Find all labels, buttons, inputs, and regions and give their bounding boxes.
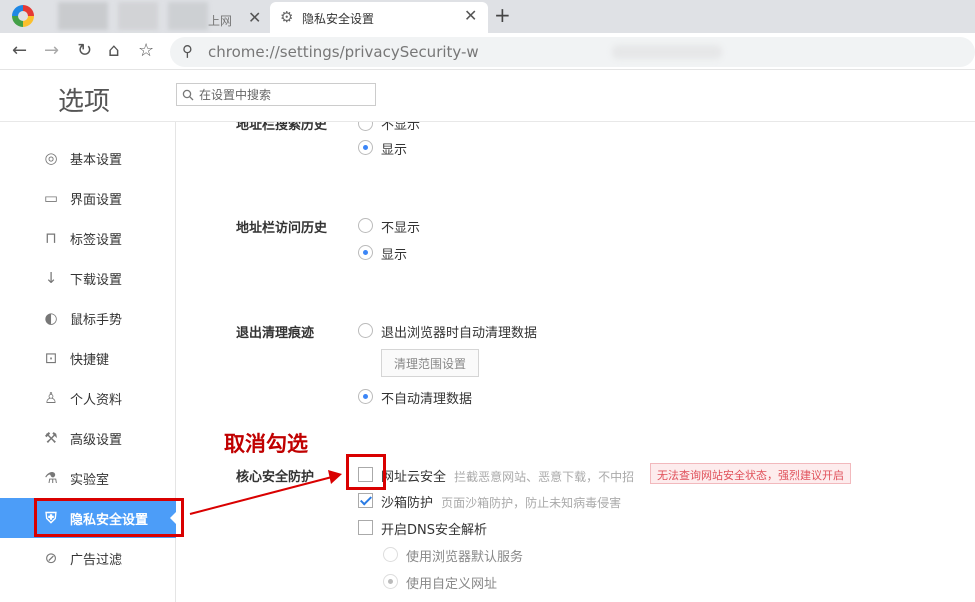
sidebar-item-label: 鼠标手势 (70, 313, 123, 328)
sidebar-item-download[interactable]: ↓ 下载设置 (0, 258, 176, 298)
annotation-text: 取消勾选 (224, 431, 308, 456)
sidebar-item-tabs[interactable]: ⊓ 标签设置 (0, 218, 176, 258)
search-icon: ⚲ (182, 42, 193, 60)
sidebar-item-advanced[interactable]: ⚒ 高级设置 (0, 418, 176, 458)
window-icon: ▭ (43, 189, 59, 207)
sidebar-item-label: 下载设置 (70, 273, 123, 288)
toolbar: ← → ↻ ⌂ ☆ ⚲ chrome://settings/privacySec… (0, 33, 975, 70)
home-icon[interactable]: ⌂ (108, 39, 119, 63)
section-label-clear: 退出清理痕迹 (236, 326, 315, 341)
settings-content: 地址栏搜索历史 不显示 显示 地址栏访问历史 不显示 显示 退出清理痕迹 退出浏… (177, 122, 975, 602)
new-tab-plus-icon[interactable]: + (494, 3, 511, 27)
section-label-core: 核心安全防护 (236, 470, 315, 485)
gear-icon: ◎ (44, 149, 58, 167)
settings-search-input[interactable] (199, 86, 369, 103)
reload-icon[interactable]: ↻ (77, 39, 92, 63)
sandbox-row: 沙箱防护 页面沙箱防护，防止未知病毒侵害 (381, 492, 621, 511)
address-bar[interactable]: ⚲ chrome://settings/privacySecurity-w (170, 37, 975, 67)
sidebar-item-lab[interactable]: ⚗ 实验室 (0, 458, 176, 498)
sidebar-item-label: 高级设置 (70, 433, 123, 448)
page-title: 选项 (58, 87, 111, 117)
highlight-box-checkbox (346, 454, 386, 490)
sidebar-item-label: 广告过滤 (70, 553, 123, 568)
sidebar-item-profile[interactable]: ♙ 个人资料 (0, 378, 176, 418)
radio-dns-default[interactable] (383, 547, 398, 562)
option-label: 不显示 (381, 122, 421, 133)
user-icon: ♙ (44, 389, 58, 407)
option-label: 不显示 (381, 221, 421, 236)
address-text: chrome://settings/privacySecurity-w (208, 43, 479, 61)
checkbox-sandbox[interactable] (358, 493, 373, 508)
tab-icon: ⊓ (45, 229, 57, 247)
clear-range-button[interactable]: 清理范围设置 (381, 349, 480, 377)
back-arrow-icon[interactable]: ← (12, 39, 27, 63)
keyboard-icon: ⊡ (44, 349, 58, 367)
tab-title: 上网 (208, 14, 233, 28)
sidebar-item-label: 实验室 (70, 473, 110, 488)
flask-icon: ⚗ (44, 469, 58, 487)
section-label-addr-search: 地址栏搜索历史 (236, 122, 328, 133)
address-blur (612, 45, 722, 59)
security-warning-badge: 无法查询网站安全状态，强烈建议开启 (650, 463, 851, 484)
settings-header: 选项 (0, 70, 975, 122)
tab-title: 隐私安全设置 (302, 12, 375, 26)
option-label: 开启DNS安全解析 (381, 523, 487, 538)
sidebar-item-label: 个人资料 (70, 393, 123, 408)
settings-gear-icon: ⚙ (280, 8, 294, 26)
checkbox-dns[interactable] (358, 520, 373, 535)
radio-addr-visit-hide[interactable] (358, 218, 373, 233)
mouse-icon: ◐ (44, 309, 58, 327)
radio-addr-visit-show[interactable] (358, 245, 373, 260)
sidebar-item-mouse[interactable]: ◐ 鼠标手势 (0, 298, 176, 338)
radio-clear-auto[interactable] (358, 323, 373, 338)
tab-close-icon[interactable]: ✕ (464, 8, 477, 24)
sidebar-item-basic[interactable]: ◎ 基本设置 (0, 138, 176, 178)
radio-addr-search-show[interactable] (358, 140, 373, 155)
bookmark-star-icon[interactable]: ☆ (138, 39, 154, 63)
block-icon: ⊘ (44, 549, 58, 567)
search-icon (182, 89, 194, 101)
option-label: 使用浏览器默认服务 (406, 550, 524, 565)
sidebar-item-label: 快捷键 (70, 353, 110, 368)
sidebar-item-shortcuts[interactable]: ⊡ 快捷键 (0, 338, 176, 378)
option-hint: 页面沙箱防护，防止未知病毒侵害 (441, 496, 622, 510)
tab-strip: 上网 ✕ ⚙ 隐私安全设置 ✕ + (0, 0, 975, 33)
sidebar-item-label: 基本设置 (70, 153, 123, 168)
option-label: 显示 (381, 143, 408, 158)
option-label: 退出浏览器时自动清理数据 (381, 326, 538, 341)
tab-privacy-settings[interactable]: ⚙ 隐私安全设置 ✕ (270, 2, 488, 33)
option-label: 使用自定义网址 (406, 577, 498, 592)
radio-dns-custom[interactable] (383, 574, 398, 589)
option-hint: 拦截恶意网站、恶意下载，不中招 (454, 470, 635, 484)
sidebar-item-interface[interactable]: ▭ 界面设置 (0, 178, 176, 218)
radio-clear-none[interactable] (358, 389, 373, 404)
url-cloud-row: 网址云安全 拦截恶意网站、恶意下载，不中招 (381, 466, 634, 485)
section-label-addr-visit: 地址栏访问历史 (236, 221, 328, 236)
download-icon: ↓ (44, 269, 58, 287)
sidebar-item-label: 界面设置 (70, 193, 123, 208)
tab-close-icon[interactable]: ✕ (248, 10, 261, 26)
sidebar-item-label: 标签设置 (70, 233, 123, 248)
sidebar-item-adblock[interactable]: ⊘ 广告过滤 (0, 538, 176, 578)
option-label: 网址云安全 (381, 470, 447, 485)
highlight-box-sidebar (34, 498, 184, 537)
option-label: 沙箱防护 (381, 496, 434, 511)
tab-inactive[interactable]: 上网 ✕ (56, 4, 270, 33)
browser-logo-icon[interactable] (12, 5, 34, 27)
option-label: 不自动清理数据 (381, 392, 473, 407)
radio-addr-search-hide[interactable] (358, 122, 373, 131)
option-label: 显示 (381, 248, 408, 263)
wrench-icon: ⚒ (44, 429, 58, 447)
forward-arrow-icon[interactable]: → (44, 39, 59, 63)
settings-search[interactable] (176, 83, 376, 106)
